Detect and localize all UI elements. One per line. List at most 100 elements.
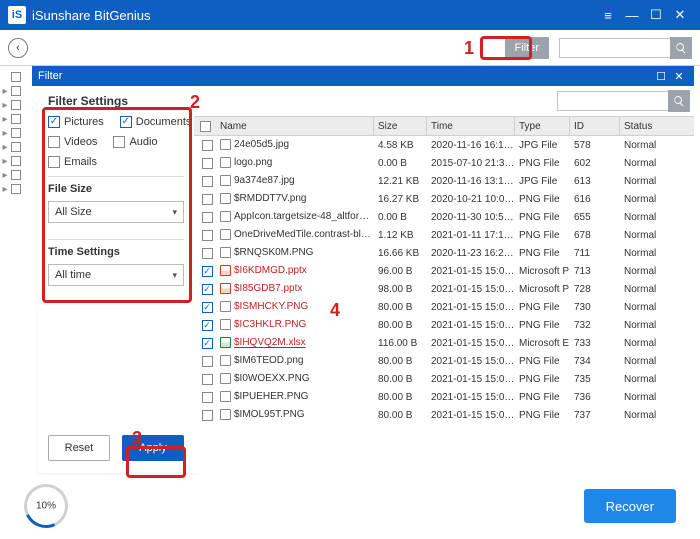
toolbar-search-input[interactable]: [559, 38, 671, 58]
file-name: $IC3HKLR.PNG: [234, 320, 306, 331]
maximize-button[interactable]: ☐: [644, 7, 668, 23]
table-row[interactable]: $RMDDT7V.png16.27 KB2020-10-21 10:07:34P…: [194, 190, 694, 208]
table-row[interactable]: 24e05d5.jpg4.58 KB2020-11-16 16:15:51JPG…: [194, 136, 694, 154]
row-checkbox[interactable]: [202, 374, 213, 385]
filter-check-videos[interactable]: ✓Videos: [48, 136, 97, 148]
table-row[interactable]: $I0WOEXX.PNG80.00 B2021-01-15 15:01:07PN…: [194, 370, 694, 388]
row-checkbox[interactable]: [202, 194, 213, 205]
table-row[interactable]: ✓$I6KDMGD.pptx96.00 B2021-01-15 15:01:07…: [194, 262, 694, 280]
table-row[interactable]: $IM6TEOD.png80.00 B2021-01-15 15:01:07PN…: [194, 352, 694, 370]
file-status: Normal: [620, 374, 694, 385]
file-name: $IMOL95T.PNG: [234, 410, 305, 421]
time-settings-select[interactable]: All time▾: [48, 264, 184, 286]
grid-search-input[interactable]: [557, 91, 669, 111]
file-type: Microsoft P: [515, 266, 570, 277]
search-icon: [673, 95, 685, 107]
table-row[interactable]: ✓$IC3HKLR.PNG80.00 B2021-01-15 15:01:07P…: [194, 316, 694, 334]
row-checkbox[interactable]: [202, 140, 213, 151]
toolbar-search-button[interactable]: [670, 37, 692, 59]
filter-panel-close[interactable]: ✕: [670, 70, 688, 83]
col-name[interactable]: Name: [216, 117, 374, 135]
filter-check-pictures[interactable]: ✓Pictures: [48, 116, 104, 128]
col-status[interactable]: Status: [620, 117, 694, 135]
menu-icon[interactable]: ≡: [596, 8, 620, 23]
row-checkbox[interactable]: [202, 410, 213, 421]
file-type: Microsoft P: [515, 284, 570, 295]
table-row[interactable]: ✓$IHQVQ2M.xlsx116.00 B2021-01-15 15:01:0…: [194, 334, 694, 352]
footer: 10% Recover: [0, 473, 700, 539]
file-status: Normal: [620, 194, 694, 205]
filter-panel-maximize[interactable]: ☐: [652, 70, 670, 83]
table-row[interactable]: $IPUEHER.PNG80.00 B2021-01-15 15:01:07PN…: [194, 388, 694, 406]
body-area: ▸ ▸ ▸ ▸ ▸ ▸ ▸ ▸ Filter ☐ ✕ Filter Settin…: [0, 66, 700, 473]
row-checkbox[interactable]: [202, 212, 213, 223]
file-size-select[interactable]: All Size▾: [48, 201, 184, 223]
titlebar: iS iSunshare BitGenius ≡ — ☐ ✕: [0, 0, 700, 30]
table-row[interactable]: logo.png0.00 B2015-07-10 21:30:42PNG Fil…: [194, 154, 694, 172]
file-type: JPG File: [515, 176, 570, 187]
row-checkbox[interactable]: ✓: [202, 338, 213, 349]
row-checkbox[interactable]: [202, 176, 213, 187]
col-size[interactable]: Size: [374, 117, 427, 135]
file-icon: [220, 373, 231, 384]
file-size: 0.00 B: [374, 212, 427, 223]
file-time: 2021-01-15 15:01:07: [427, 284, 515, 295]
file-type: PNG File: [515, 410, 570, 421]
file-status: Normal: [620, 392, 694, 403]
apply-button[interactable]: Apply: [122, 435, 184, 461]
file-status: Normal: [620, 230, 694, 241]
row-checkbox[interactable]: ✓: [202, 302, 213, 313]
select-all-checkbox[interactable]: [200, 121, 211, 132]
filter-check-audio[interactable]: ✓Audio: [113, 136, 157, 148]
file-type: PNG File: [515, 158, 570, 169]
reset-button[interactable]: Reset: [48, 435, 110, 461]
file-type: PNG File: [515, 212, 570, 223]
back-button[interactable]: ‹: [8, 38, 28, 58]
table-row[interactable]: $IMOL95T.PNG80.00 B2021-01-15 15:01:07PN…: [194, 406, 694, 424]
file-icon: [220, 193, 231, 204]
table-row[interactable]: AppIcon.targetsize-48_altform-lightunpla…: [194, 208, 694, 226]
row-checkbox[interactable]: [202, 248, 213, 259]
file-time: 2015-07-10 21:30:42: [427, 158, 515, 169]
file-id: 613: [570, 176, 620, 187]
file-size: 80.00 B: [374, 356, 427, 367]
file-id: 730: [570, 302, 620, 313]
file-type: PNG File: [515, 230, 570, 241]
file-time: 2021-01-11 17:15:27: [427, 230, 515, 241]
row-checkbox[interactable]: [202, 356, 213, 367]
file-status: Normal: [620, 320, 694, 331]
file-size: 16.66 KB: [374, 248, 427, 259]
table-row[interactable]: $RNQSK0M.PNG16.66 KB2020-11-23 16:25:33P…: [194, 244, 694, 262]
table-row[interactable]: ✓$I85GDB7.pptx98.00 B2021-01-15 15:01:07…: [194, 280, 694, 298]
chevron-down-icon: ▾: [172, 270, 177, 281]
table-row[interactable]: 9a374e87.jpg12.21 KB2020-11-16 13:13:00J…: [194, 172, 694, 190]
row-checkbox[interactable]: ✓: [202, 284, 213, 295]
row-checkbox[interactable]: [202, 230, 213, 241]
filter-panel-titlebar: Filter ☐ ✕: [32, 66, 694, 86]
file-time: 2020-11-16 13:13:00: [427, 176, 515, 187]
table-row[interactable]: ✓$ISMHCKY.PNG80.00 B2021-01-15 15:01:07P…: [194, 298, 694, 316]
close-button[interactable]: ✕: [668, 7, 692, 23]
file-size: 16.27 KB: [374, 194, 427, 205]
grid-search-button[interactable]: [668, 90, 690, 112]
table-row[interactable]: OneDriveMedTile.contrast-black_scale-100…: [194, 226, 694, 244]
recover-button[interactable]: Recover: [584, 489, 676, 523]
filter-panel: Filter Settings ✓Pictures ✓Documents ✓Vi…: [38, 86, 194, 473]
col-id[interactable]: ID: [570, 117, 620, 135]
row-checkbox[interactable]: ✓: [202, 266, 213, 277]
file-name: AppIcon.targetsize-48_altform-lightunpla…: [234, 212, 374, 223]
col-time[interactable]: Time: [427, 117, 515, 135]
filter-check-documents[interactable]: ✓Documents: [120, 116, 192, 128]
col-type[interactable]: Type: [515, 117, 570, 135]
folder-tree[interactable]: ▸ ▸ ▸ ▸ ▸ ▸ ▸ ▸: [0, 66, 32, 473]
file-size-label: File Size: [48, 183, 184, 195]
row-checkbox[interactable]: ✓: [202, 320, 213, 331]
row-checkbox[interactable]: [202, 392, 213, 403]
file-id: 737: [570, 410, 620, 421]
minimize-button[interactable]: —: [620, 8, 644, 23]
file-name: logo.png: [234, 158, 272, 169]
filter-button[interactable]: Filter: [505, 37, 549, 59]
file-name: 9a374e87.jpg: [234, 176, 295, 187]
filter-check-emails[interactable]: ✓Emails: [48, 156, 97, 168]
row-checkbox[interactable]: [202, 158, 213, 169]
